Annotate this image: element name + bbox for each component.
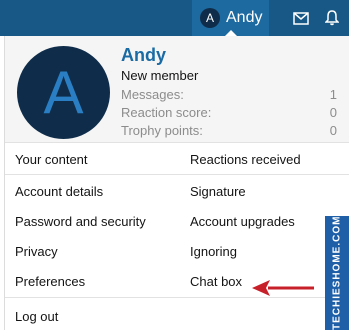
user-avatar-small: A <box>200 8 220 28</box>
alerts-button[interactable] <box>314 0 349 36</box>
watermark: TECHIESHOME.COM <box>325 216 349 330</box>
link-signature[interactable]: Signature <box>190 184 246 199</box>
stat-label: Reaction score: <box>121 105 212 120</box>
link-privacy[interactable]: Privacy <box>15 244 58 259</box>
log-out-link[interactable]: Log out <box>15 309 58 324</box>
links-row: Account details Signature <box>5 175 349 205</box>
link-your-content[interactable]: Your content <box>15 152 88 167</box>
avatar[interactable]: A <box>17 46 110 139</box>
profile-name[interactable]: Andy <box>121 45 166 66</box>
stat-value: 0 <box>329 105 337 120</box>
username-label: Andy <box>226 9 263 26</box>
links-row: Password and security Account upgrades <box>5 205 349 235</box>
link-account-upgrades[interactable]: Account upgrades <box>190 214 295 229</box>
stat-label: Trophy points: <box>121 123 203 138</box>
stat-trophy-points: Trophy points: 0 <box>121 123 337 138</box>
user-title: New member <box>121 68 199 83</box>
link-preferences[interactable]: Preferences <box>15 274 85 289</box>
link-password-security[interactable]: Password and security <box>15 214 146 229</box>
links-row: Your content Reactions received <box>5 143 349 175</box>
links-row: Privacy Ignoring <box>5 235 349 265</box>
account-links: Your content Reactions received Account … <box>5 143 349 295</box>
link-reactions-received[interactable]: Reactions received <box>190 152 301 167</box>
annotation-arrow-icon <box>252 280 314 296</box>
envelope-icon <box>293 11 309 25</box>
logout-row: Log out <box>5 297 349 330</box>
stat-label: Messages: <box>121 87 184 102</box>
link-account-details[interactable]: Account details <box>15 184 103 199</box>
bell-icon <box>325 10 339 26</box>
profile-header: A Andy New member Messages: 1 Reaction s… <box>5 36 349 143</box>
stat-value: 1 <box>329 87 337 102</box>
top-navigation-bar: A Andy <box>0 0 349 37</box>
stat-value: 0 <box>329 123 337 138</box>
link-ignoring[interactable]: Ignoring <box>190 244 237 259</box>
stat-reaction-score: Reaction score: 0 <box>121 105 337 120</box>
link-chat-box[interactable]: Chat box <box>190 274 242 289</box>
stat-messages: Messages: 1 <box>121 87 337 102</box>
